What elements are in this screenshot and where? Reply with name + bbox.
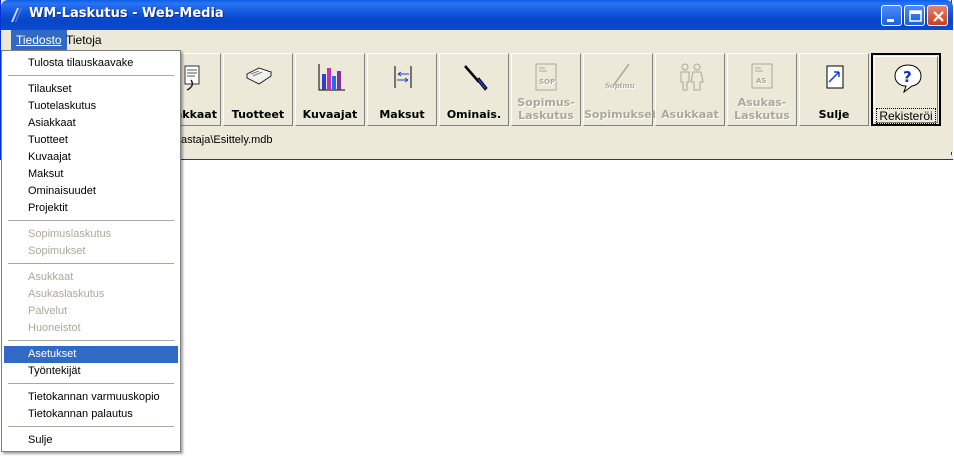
menu-item-maksut[interactable]: Maksut bbox=[4, 166, 178, 183]
toolbar-button-sopimukset[interactable]: Sopimus Sopimukset bbox=[583, 53, 657, 126]
toolbar-button-label: Tuotteet bbox=[231, 108, 285, 121]
menu-item-asiakkaat[interactable]: Asiakkaat bbox=[4, 115, 178, 132]
menu-separator bbox=[8, 426, 174, 428]
toolbar-button-ominais[interactable]: Ominais. bbox=[439, 53, 509, 126]
menu-bar: Tiedosto Tietoja bbox=[1, 30, 953, 50]
menu-item-tilaukset[interactable]: Tilaukset bbox=[4, 81, 178, 98]
menu-item-ominaisuudet[interactable]: Ominaisuudet bbox=[4, 183, 178, 200]
menu-item-tietokannan-palautus[interactable]: Tietokannan palautus bbox=[4, 406, 178, 423]
exit-door-icon bbox=[826, 65, 844, 89]
menu-item-asetukset[interactable]: Asetukset bbox=[4, 346, 178, 363]
svg-text:?: ? bbox=[903, 68, 912, 86]
toolbar-button-label: Kuvaajat bbox=[302, 108, 358, 121]
toolbar-button-kuvaajat[interactable]: Kuvaajat bbox=[295, 53, 365, 126]
toolbar-button-label: Sopimukset bbox=[584, 108, 657, 121]
menu-item-asukaslaskutus[interactable]: Asukaslaskutus bbox=[4, 286, 178, 303]
toolbar-button-label: Asukas- Laskutus bbox=[734, 96, 790, 122]
toolbar-button-label: Maksut bbox=[379, 108, 425, 121]
toolbar-button-label: Asukkaat bbox=[661, 108, 719, 121]
menu-item-tuotelaskutus[interactable]: Tuotelaskutus bbox=[4, 98, 178, 115]
help-bubble-icon: ? bbox=[894, 64, 922, 94]
menu-item-palvelut[interactable]: Palvelut bbox=[4, 303, 178, 320]
toolbar-button-label: Ominais. bbox=[446, 108, 502, 121]
menu-item-tyontekijat[interactable]: Työntekijät bbox=[4, 363, 178, 380]
window-title: WM-Laskutus - Web-Media bbox=[29, 6, 224, 21]
contract-invoice-icon: SOP bbox=[535, 63, 557, 91]
menu-separator bbox=[8, 75, 174, 77]
tiedosto-dropdown-menu: Tulosta tilauskaavake Tilaukset Tuotelas… bbox=[1, 50, 181, 452]
bar-chart-icon bbox=[318, 64, 345, 91]
app-icon bbox=[11, 8, 22, 22]
svg-text:Sopimus: Sopimus bbox=[605, 81, 635, 90]
menu-item-huoneistot[interactable]: Huoneistot bbox=[4, 320, 178, 337]
title-bar[interactable]: WM-Laskutus - Web-Media bbox=[1, 0, 953, 30]
toolbar-button-tuotteet[interactable]: Tuotteet bbox=[223, 53, 293, 126]
toolbar-button-sopimuslaskutus[interactable]: SOP Sopimus- Laskutus bbox=[511, 53, 581, 126]
svg-text:SOP: SOP bbox=[539, 78, 555, 86]
toolbar-button-asukaslaskutus[interactable]: AS Asukas- Laskutus bbox=[727, 53, 797, 126]
menu-item-sopimukset[interactable]: Sopimukset bbox=[4, 243, 178, 260]
toolbar-button-label: Sulje bbox=[818, 108, 850, 121]
toolbar-button-label: Rekisteröi bbox=[876, 108, 936, 124]
menu-item-tuotteet[interactable]: Tuotteet bbox=[4, 132, 178, 149]
maximize-button[interactable] bbox=[904, 5, 925, 26]
toolbar-button-rekisteroi[interactable]: ? Rekisteröi bbox=[871, 53, 941, 126]
minimize-button[interactable] bbox=[881, 5, 902, 26]
menu-separator bbox=[8, 263, 174, 265]
menu-item-projektit[interactable]: Projektit bbox=[4, 200, 178, 217]
toolbar-button-maksut[interactable]: Maksut bbox=[367, 53, 437, 126]
menu-tietoja[interactable]: Tietoja bbox=[61, 30, 107, 50]
tools-icon bbox=[464, 65, 488, 91]
close-icon bbox=[933, 11, 944, 22]
menu-separator bbox=[8, 383, 174, 385]
toolbar-button-sulje[interactable]: Sulje bbox=[799, 53, 869, 126]
menu-item-sopimuslaskutus[interactable]: Sopimuslaskutus bbox=[4, 226, 178, 243]
toolbar-button-asukkaat[interactable]: Asukkaat bbox=[655, 53, 725, 126]
minimize-icon bbox=[887, 19, 894, 22]
menu-item-asukkaat[interactable]: Asukkaat bbox=[4, 269, 178, 286]
menu-tiedosto[interactable]: Tiedosto bbox=[11, 30, 67, 50]
menu-item-tulosta-tilauskaavake[interactable]: Tulosta tilauskaavake bbox=[4, 55, 178, 72]
residents-icon bbox=[680, 63, 704, 91]
close-button[interactable] bbox=[927, 5, 948, 26]
maximize-icon bbox=[909, 10, 922, 22]
menu-item-tietokannan-varmuuskopio[interactable]: Tietokannan varmuuskopio bbox=[4, 389, 178, 406]
svg-text:AS: AS bbox=[756, 77, 766, 85]
menu-item-sulje[interactable]: Sulje bbox=[4, 432, 178, 449]
menu-separator bbox=[8, 340, 174, 342]
signature-icon: Sopimus bbox=[605, 63, 635, 90]
payment-icon bbox=[394, 66, 412, 88]
toolbar-button-label: Sopimus- Laskutus bbox=[517, 96, 575, 122]
database-path: astaja\Esittely.mdb bbox=[181, 134, 273, 146]
menu-separator bbox=[8, 220, 174, 222]
book-icon bbox=[245, 67, 273, 85]
menu-item-kuvaajat[interactable]: Kuvaajat bbox=[4, 149, 178, 166]
resident-invoice-icon: AS bbox=[751, 63, 773, 89]
